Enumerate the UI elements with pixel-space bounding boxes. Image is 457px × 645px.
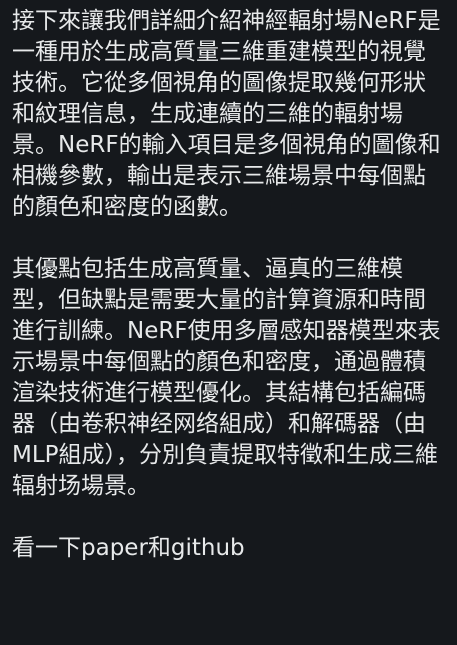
post-paragraph-1: 接下來讓我們詳細介紹神經輻射場NeRF是一種用於生成高質量三維重建模型的視覺技術… (12, 8, 441, 220)
post-body: 接下來讓我們詳細介紹神經輻射場NeRF是一種用於生成高質量三維重建模型的視覺技術… (0, 0, 457, 645)
post-paragraph-3: 看一下paper和github (12, 535, 245, 561)
post-paragraph-2: 其優點包括生成高質量、逼真的三維模型，但缺點是需要大量的計算資源和時間進行訓練。… (12, 256, 441, 499)
